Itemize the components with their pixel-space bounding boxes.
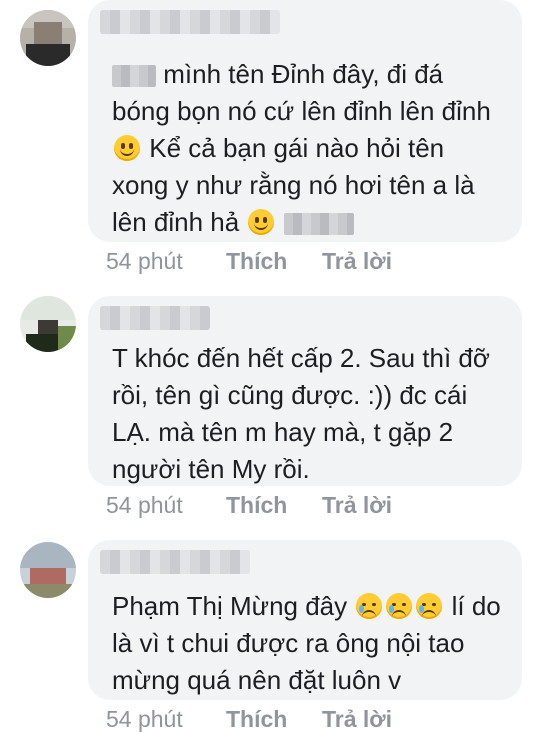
author-name-redacted[interactable]	[100, 10, 280, 34]
comment-text: T khóc đến hết cấp 2. Sau thì đỡ rồi, tê…	[112, 343, 490, 484]
avatar[interactable]	[20, 296, 76, 352]
comment-text-part: Phạm Thị Mừng đây	[112, 591, 348, 621]
timestamp[interactable]: 54 phút	[106, 248, 183, 275]
comment-text: Phạm Thị Mừng đây lí do là vì t chui đượ…	[112, 588, 504, 699]
like-button[interactable]: Thích	[226, 492, 287, 519]
author-name-redacted[interactable]	[100, 550, 250, 574]
reply-button[interactable]: Trả lời	[322, 706, 392, 733]
reply-button[interactable]: Trả lời	[322, 492, 392, 519]
reply-button[interactable]: Trả lời	[322, 248, 392, 275]
comment-text: mình tên Đỉnh đây, đi đá bóng bọn nó cứ …	[112, 56, 504, 241]
slightly-smiling-face-icon	[248, 209, 275, 235]
crying-face-icon	[416, 593, 443, 619]
like-button[interactable]: Thích	[226, 248, 287, 275]
mention-redacted	[283, 213, 354, 236]
like-button[interactable]: Thích	[226, 706, 287, 733]
comment-bubble: Phạm Thị Mừng đây lí do là vì t chui đượ…	[88, 540, 522, 700]
timestamp[interactable]: 54 phút	[106, 492, 183, 519]
author-name-redacted[interactable]	[100, 306, 210, 330]
slightly-smiling-face-icon	[114, 135, 140, 161]
comment-bubble: T khóc đến hết cấp 2. Sau thì đỡ rồi, tê…	[88, 296, 522, 486]
crying-face-icon	[356, 593, 383, 619]
timestamp[interactable]: 54 phút	[106, 706, 183, 733]
mention-redacted	[112, 65, 156, 88]
avatar[interactable]	[20, 10, 76, 66]
comment-bubble: mình tên Đỉnh đây, đi đá bóng bọn nó cứ …	[88, 0, 522, 242]
crying-face-icon	[386, 593, 413, 619]
avatar[interactable]	[20, 542, 76, 598]
comment-text-part: mình tên Đỉnh đây, đi đá bóng bọn nó cứ …	[112, 59, 491, 126]
